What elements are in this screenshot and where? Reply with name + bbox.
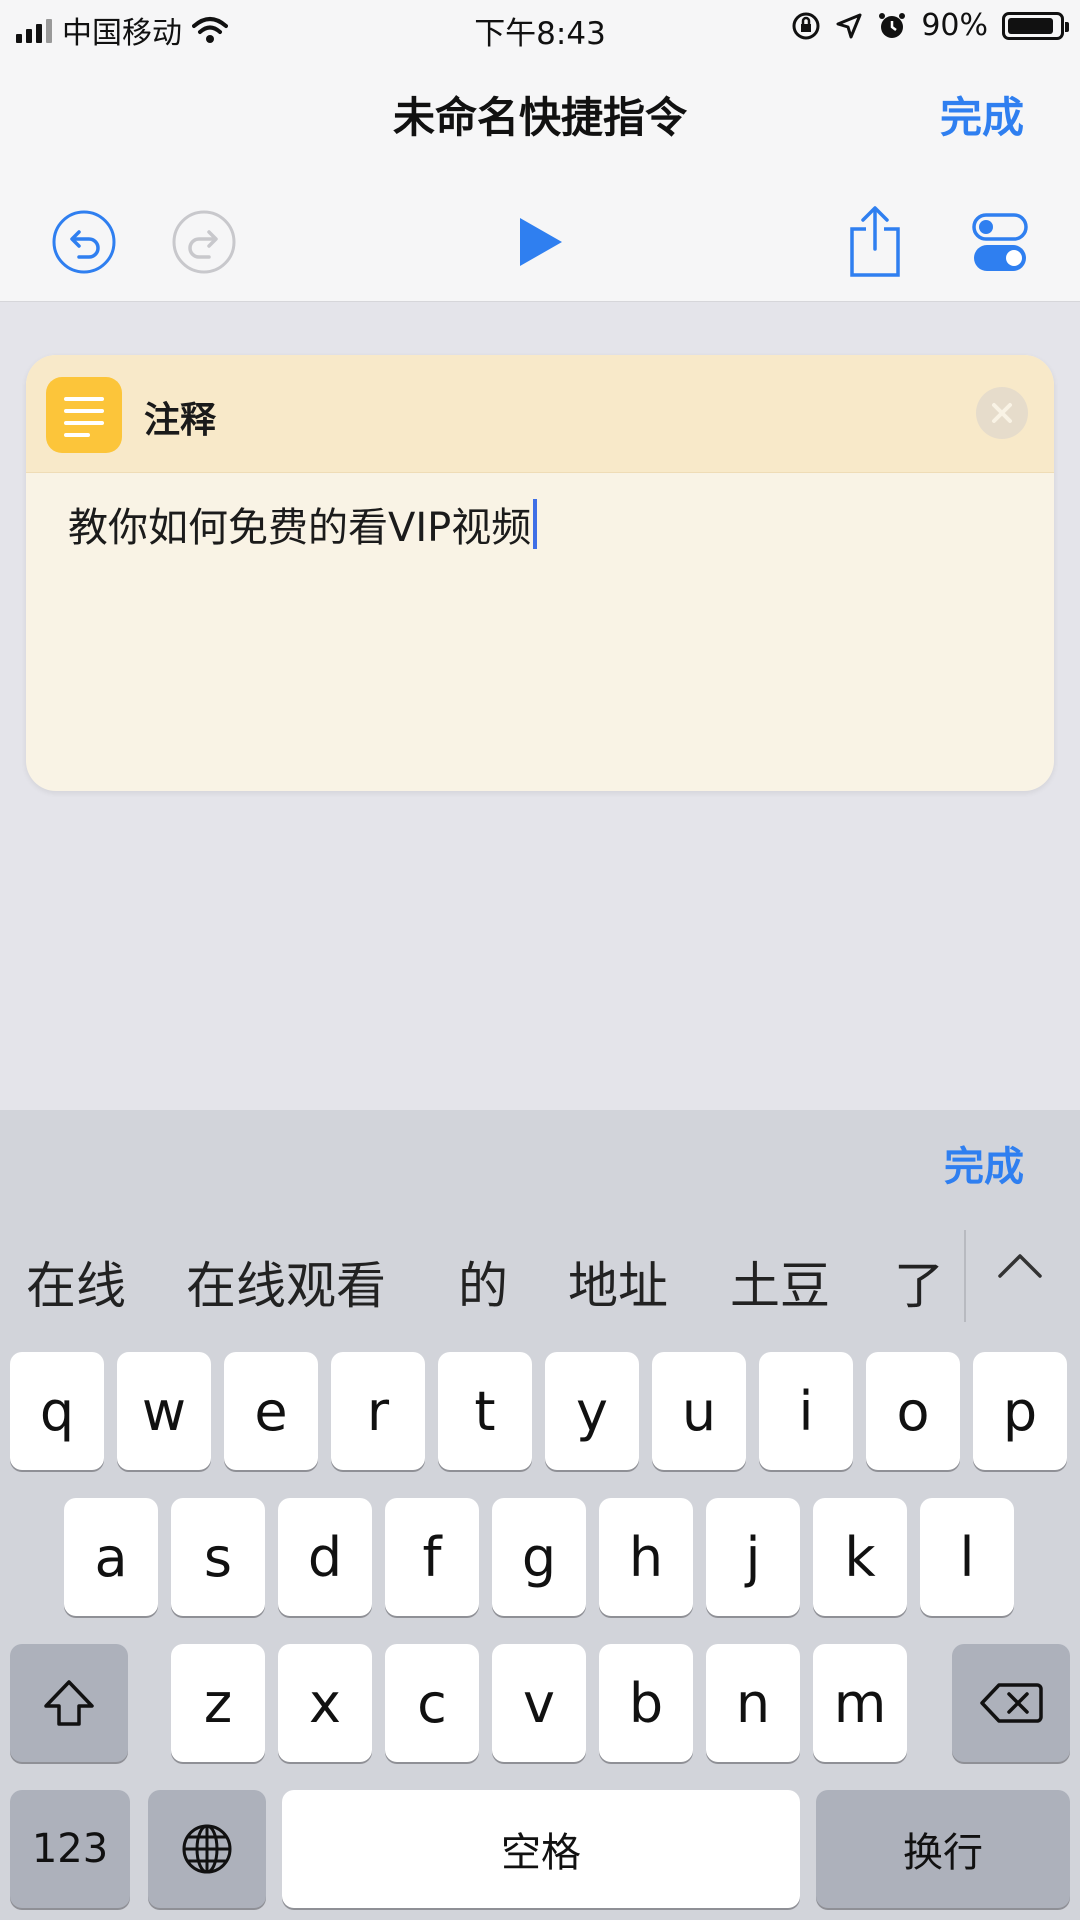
candidate-item[interactable]: 的 — [458, 1246, 508, 1318]
status-bar: 中国移动 下午8:43 90% — [0, 0, 1080, 54]
shift-icon — [44, 1680, 94, 1726]
shift-key[interactable] — [10, 1644, 128, 1762]
candidate-divider — [964, 1230, 966, 1322]
key-d[interactable]: d — [278, 1498, 372, 1616]
key-i[interactable]: i — [759, 1352, 853, 1470]
key-u[interactable]: u — [652, 1352, 746, 1470]
key-r[interactable]: r — [331, 1352, 425, 1470]
text-caret — [533, 499, 538, 549]
key-v[interactable]: v — [492, 1644, 586, 1762]
comment-text-field[interactable]: 教你如何免费的看VIP视频 — [68, 495, 538, 553]
numbers-key[interactable]: 123 — [10, 1790, 130, 1908]
key-g[interactable]: g — [492, 1498, 586, 1616]
space-key[interactable]: 空格 — [282, 1790, 800, 1908]
key-x[interactable]: x — [278, 1644, 372, 1762]
key-f[interactable]: f — [385, 1498, 479, 1616]
settings-button[interactable] — [972, 202, 1028, 282]
return-key[interactable]: 换行 — [816, 1790, 1070, 1908]
done-button[interactable]: 完成 — [940, 84, 1024, 145]
page-title: 未命名快捷指令 — [392, 93, 687, 142]
key-t[interactable]: t — [438, 1352, 532, 1470]
status-right: 90% — [791, 8, 1069, 43]
chevron-up-icon — [998, 1254, 1042, 1278]
candidate-item[interactable]: 在线观看 — [186, 1246, 386, 1318]
key-y[interactable]: y — [545, 1352, 639, 1470]
key-k[interactable]: k — [813, 1498, 907, 1616]
keyboard: 完成 在线 在线观看 的 地址 土豆 了 q w e r t y u i o p… — [0, 1110, 1080, 1920]
expand-candidates-button[interactable] — [996, 1250, 1044, 1284]
battery-fill — [1008, 17, 1053, 34]
key-c[interactable]: c — [385, 1644, 479, 1762]
location-icon — [836, 13, 862, 38]
nav-bar: 未命名快捷指令 完成 — [0, 54, 1080, 302]
remove-action-button[interactable] — [976, 387, 1028, 439]
candidate-item[interactable]: 在线 — [26, 1246, 126, 1318]
key-a[interactable]: a — [64, 1498, 158, 1616]
key-m[interactable]: m — [813, 1644, 907, 1762]
redo-button[interactable] — [170, 202, 238, 282]
globe-icon — [182, 1824, 232, 1874]
comment-action-card[interactable]: 注释 教你如何免费的看VIP视频 — [26, 355, 1054, 791]
share-icon — [850, 206, 900, 277]
redo-icon — [172, 210, 236, 274]
rotation-lock-icon — [792, 12, 820, 39]
key-s[interactable]: s — [171, 1498, 265, 1616]
candidate-item[interactable]: 了 — [894, 1246, 944, 1318]
candidate-bar: 在线 在线观看 的 地址 土豆 了 — [0, 1210, 1080, 1328]
note-lines-icon — [46, 377, 122, 453]
key-w[interactable]: w — [117, 1352, 211, 1470]
undo-button[interactable] — [50, 202, 118, 282]
keyboard-done-button[interactable]: 完成 — [944, 1134, 1024, 1192]
play-icon — [520, 218, 562, 266]
key-b[interactable]: b — [599, 1644, 693, 1762]
backspace-icon — [980, 1683, 1043, 1723]
close-icon — [992, 403, 1012, 423]
key-n[interactable]: n — [706, 1644, 800, 1762]
globe-key[interactable] — [148, 1790, 266, 1908]
candidate-item[interactable]: 土豆 — [730, 1246, 830, 1318]
candidate-item[interactable]: 地址 — [568, 1246, 668, 1318]
key-h[interactable]: h — [599, 1498, 693, 1616]
key-l[interactable]: l — [920, 1498, 1014, 1616]
comment-text: 教你如何免费的看VIP视频 — [68, 505, 532, 551]
alarm-icon — [879, 12, 906, 38]
key-q[interactable]: q — [10, 1352, 104, 1470]
play-button[interactable] — [508, 202, 572, 282]
delete-key[interactable] — [952, 1644, 1070, 1762]
card-header: 注释 — [26, 355, 1054, 473]
battery-percent: 90% — [921, 8, 988, 43]
settings-toggle-icon — [972, 213, 1028, 271]
key-o[interactable]: o — [866, 1352, 960, 1470]
battery-icon — [1002, 11, 1069, 40]
key-z[interactable]: z — [171, 1644, 265, 1762]
key-e[interactable]: e — [224, 1352, 318, 1470]
card-title: 注释 — [144, 400, 217, 441]
undo-icon — [52, 210, 116, 274]
key-p[interactable]: p — [973, 1352, 1067, 1470]
key-j[interactable]: j — [706, 1498, 800, 1616]
share-button[interactable] — [846, 202, 904, 282]
